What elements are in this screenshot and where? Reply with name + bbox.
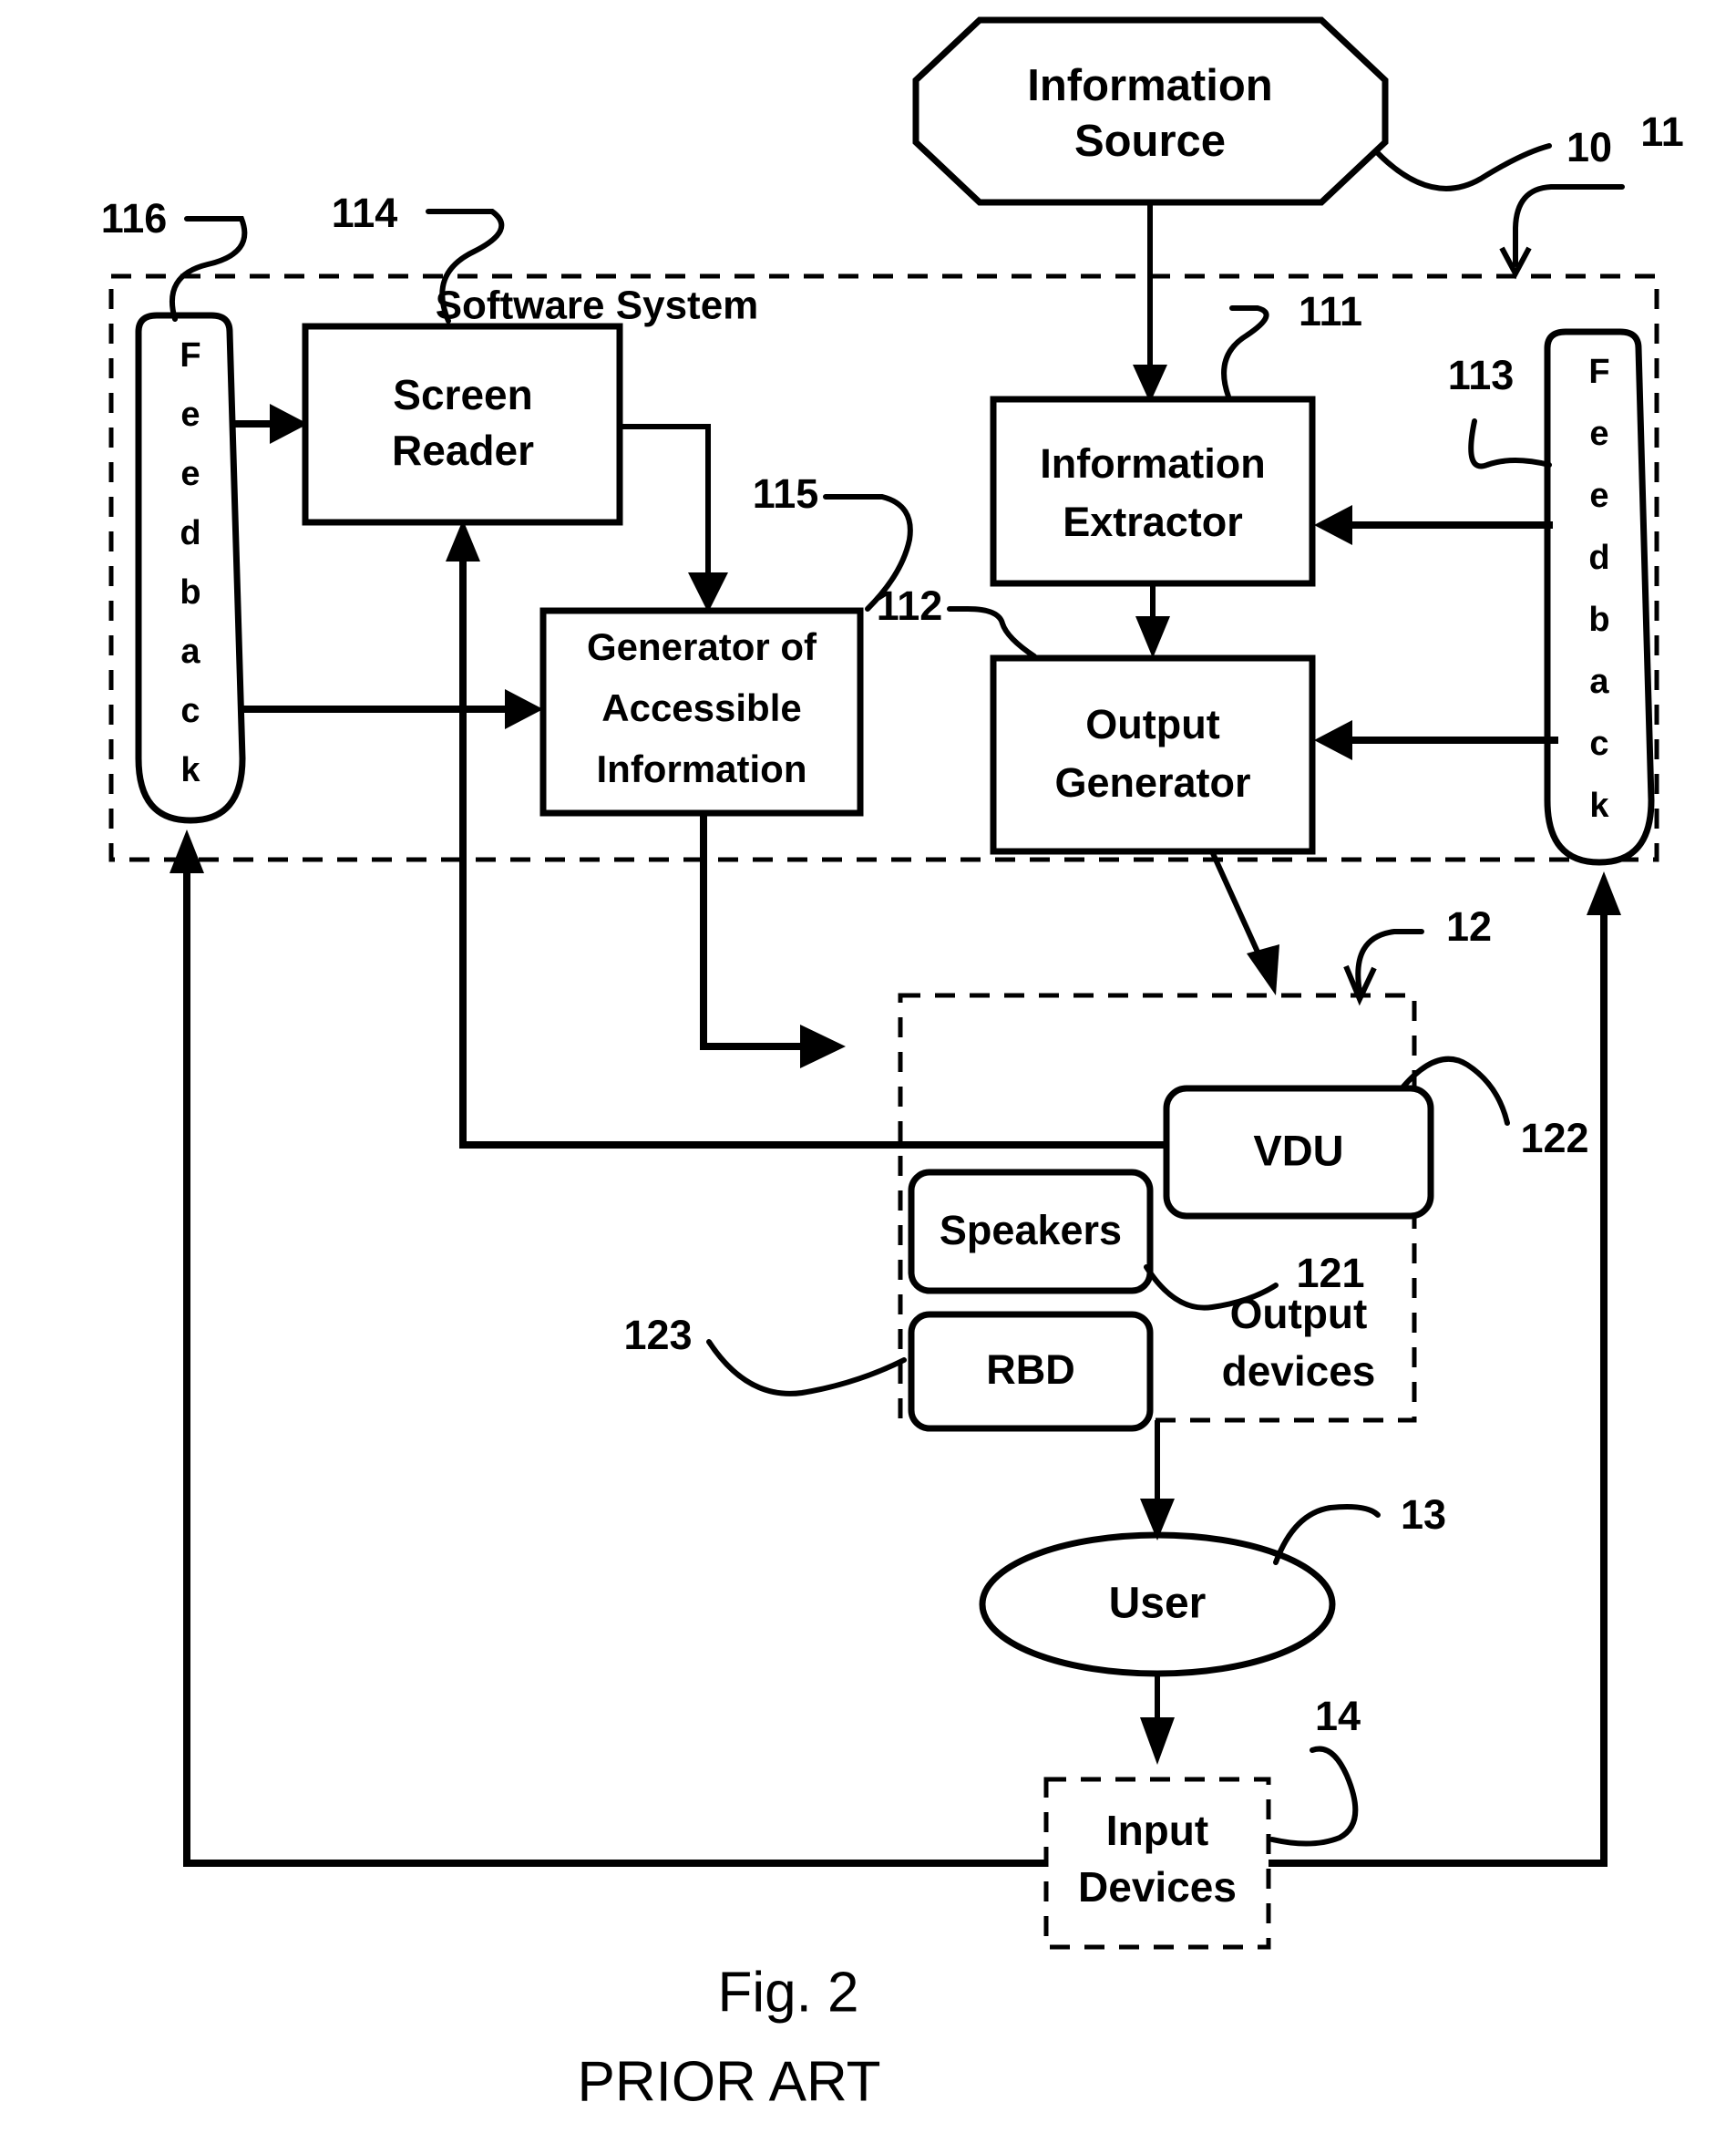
leader-line-14	[1269, 1746, 1359, 1847]
arrowhead-extractor-to-output-generator	[1135, 616, 1170, 658]
arrowhead-input-devices-to-feedback-left	[169, 830, 204, 873]
software-system-title: Software System	[436, 283, 759, 328]
feedback-right-letter-4: b	[1588, 601, 1609, 639]
screen-reader-label-line2: Reader	[392, 427, 534, 474]
connector-generator-to-output-devices	[700, 813, 802, 1050]
vdu-label: VDU	[1253, 1126, 1343, 1174]
information-source-label-line2: Source	[1074, 117, 1226, 166]
ref-number-114: 114	[332, 190, 398, 236]
leader-line-112	[947, 606, 1037, 659]
feedback-right-letter-5: a	[1589, 663, 1609, 701]
feedback-left-letter-1: e	[180, 396, 200, 434]
leader-line-123	[706, 1339, 907, 1396]
arrowhead-feedback-to-generator	[505, 689, 543, 729]
arrowhead-output-generator-to-output-devices	[1247, 944, 1279, 995]
arrowhead-generator-to-output-devices	[800, 1025, 846, 1068]
output-generator-label-line1: Output	[1085, 701, 1219, 747]
feedback-right-letter-6: c	[1589, 725, 1608, 763]
feedback-left-letter-4: b	[180, 573, 200, 612]
output-devices-label-line2: devices	[1222, 1347, 1376, 1395]
ref-number-14: 14	[1315, 1693, 1361, 1739]
arrowhead-vdu-to-screen-reader	[446, 520, 480, 562]
ref-number-111: 111	[1299, 288, 1362, 335]
patent-figure-page: Information Source 10 11 Software System…	[0, 0, 1736, 2133]
information-extractor-label-line1: Information	[1040, 440, 1265, 487]
feedback-right-letter-0: F	[1588, 353, 1609, 391]
feedback-left-letter-2: e	[180, 455, 200, 493]
ref-number-122: 122	[1520, 1115, 1588, 1161]
ref-number-13: 13	[1401, 1491, 1446, 1538]
feedback-left-letter-6: c	[180, 692, 200, 730]
feedback-left-letter-5: a	[180, 633, 200, 671]
feedback-right-letter-1: e	[1589, 415, 1608, 453]
arrowhead-feedback-right-to-extractor	[1314, 505, 1352, 545]
leader-line-111	[1221, 305, 1269, 399]
feedback-left-shape	[135, 312, 246, 824]
connector-screen-reader-to-generator	[620, 424, 711, 583]
input-devices-label-line2: Devices	[1078, 1863, 1237, 1911]
arrowhead-user-to-input-devices	[1140, 1717, 1175, 1765]
leader-line-113	[1468, 418, 1552, 469]
ref-number-11: 11	[1640, 108, 1684, 155]
arrowhead-input-devices-to-feedback-right	[1587, 871, 1621, 915]
ref-number-113: 113	[1448, 352, 1515, 398]
user-label: User	[1109, 1580, 1207, 1628]
feedback-left-letter-0: F	[180, 336, 200, 375]
ref-number-112: 112	[877, 582, 943, 629]
ref-number-115: 115	[753, 470, 819, 517]
feedback-left-letter-3: d	[180, 514, 200, 552]
leader-line-10	[1373, 143, 1552, 191]
information-extractor-box	[990, 396, 1316, 587]
output-generator-box	[990, 654, 1316, 855]
figure-canvas: Information Source 10 11 Software System…	[101, 16, 1684, 2113]
information-extractor-label-line2: Extractor	[1063, 499, 1243, 545]
ref-number-123: 123	[623, 1312, 692, 1358]
generator-label-line1: Generator of	[587, 625, 817, 668]
figure-caption: Fig. 2	[717, 1961, 858, 2024]
output-generator-label-line2: Generator	[1054, 759, 1250, 806]
ref-number-121: 121	[1296, 1250, 1364, 1296]
arrowhead-feedback-right-to-output-generator	[1314, 720, 1352, 760]
connector-output-generator-to-output-devices	[1209, 850, 1268, 970]
rbd-label: RBD	[986, 1346, 1075, 1393]
leader-line-11	[1513, 184, 1625, 267]
ref-number-10: 10	[1567, 124, 1612, 170]
ref-number-12: 12	[1446, 903, 1492, 950]
leader-line-13	[1273, 1504, 1381, 1565]
screen-reader-box	[302, 323, 623, 526]
generator-label-line3: Information	[597, 747, 807, 790]
feedback-right-letter-2: e	[1589, 477, 1608, 515]
leader-line-116	[169, 216, 248, 322]
figure-subcaption: PRIOR ART	[577, 2050, 880, 2113]
feedback-right-letter-7: k	[1589, 787, 1609, 825]
input-devices-label-line1: Input	[1106, 1807, 1208, 1854]
information-source-label-line1: Information	[1027, 61, 1272, 110]
information-source-shape	[912, 16, 1389, 206]
screen-reader-label-line1: Screen	[393, 371, 532, 418]
generator-label-line2: Accessible	[601, 686, 801, 729]
ref-number-116: 116	[101, 195, 168, 242]
feedback-right-letter-3: d	[1588, 539, 1609, 577]
arrowhead-screen-reader-to-generator	[688, 572, 728, 613]
feedback-right-shape	[1544, 328, 1655, 866]
speakers-label: Speakers	[940, 1207, 1122, 1253]
feedback-left-letter-7: k	[180, 751, 200, 789]
